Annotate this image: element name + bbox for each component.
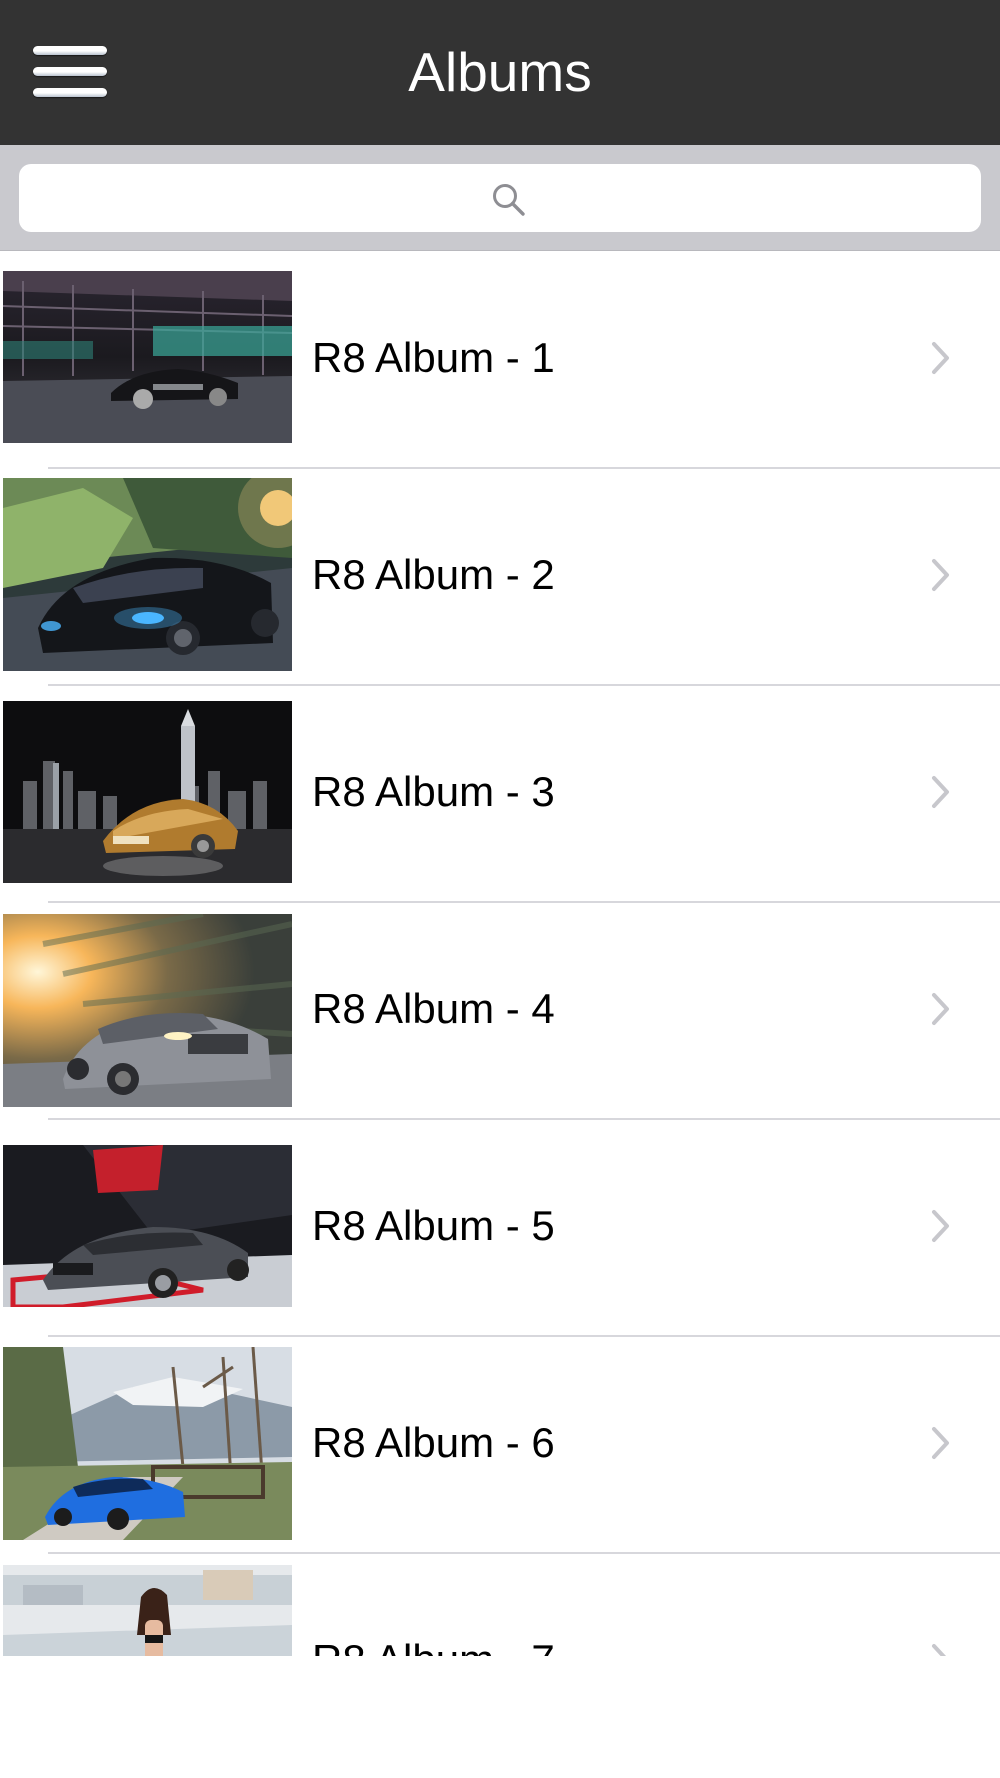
search-input[interactable] — [19, 164, 981, 232]
album-title-1: R8 Album - 1 — [312, 334, 555, 381]
album-title-5: R8 Album - 5 — [312, 1202, 555, 1249]
album-thumbnail-4 — [3, 914, 292, 1107]
album-thumbnail-7 — [3, 1565, 292, 1656]
chevron-right-icon — [932, 559, 949, 591]
album-list: R8 Album - 1 R8 Album - 2 R8 Album - 3 R… — [0, 252, 1000, 1656]
chevron-right-icon — [932, 1210, 949, 1242]
chevron-right-icon — [932, 993, 949, 1025]
album-row-6[interactable]: R8 Album - 6 — [0, 1337, 1000, 1554]
album-row-4[interactable]: R8 Album - 4 — [0, 903, 1000, 1120]
album-row-2[interactable]: R8 Album - 2 — [0, 469, 1000, 686]
album-title-7: R8 Album - 7 — [312, 1636, 555, 1656]
search-field-container[interactable] — [19, 164, 981, 232]
album-title-2: R8 Album - 2 — [312, 551, 555, 598]
album-row-7[interactable]: R8 Album - 7 — [0, 1554, 1000, 1656]
album-row-5[interactable]: R8 Album - 5 — [0, 1120, 1000, 1337]
album-thumbnail-5 — [3, 1145, 292, 1307]
album-thumbnail-1 — [3, 271, 292, 443]
chevron-right-icon — [932, 776, 949, 808]
album-thumbnail-6 — [3, 1347, 292, 1540]
nav-bar: Albums — [0, 0, 1000, 145]
album-thumbnail-2 — [3, 478, 292, 671]
chevron-right-icon — [932, 1644, 947, 1656]
album-title-3: R8 Album - 3 — [312, 768, 555, 815]
album-title-6: R8 Album - 6 — [312, 1419, 555, 1466]
search-bar — [0, 145, 1000, 251]
album-row-1[interactable]: R8 Album - 1 — [0, 252, 1000, 469]
album-thumbnail-3 — [3, 701, 292, 883]
page-title: Albums — [408, 41, 592, 103]
album-row-3[interactable]: R8 Album - 3 — [0, 686, 1000, 903]
chevron-right-icon — [932, 1427, 949, 1459]
album-title-4: R8 Album - 4 — [312, 985, 555, 1032]
chevron-right-icon — [932, 342, 949, 374]
